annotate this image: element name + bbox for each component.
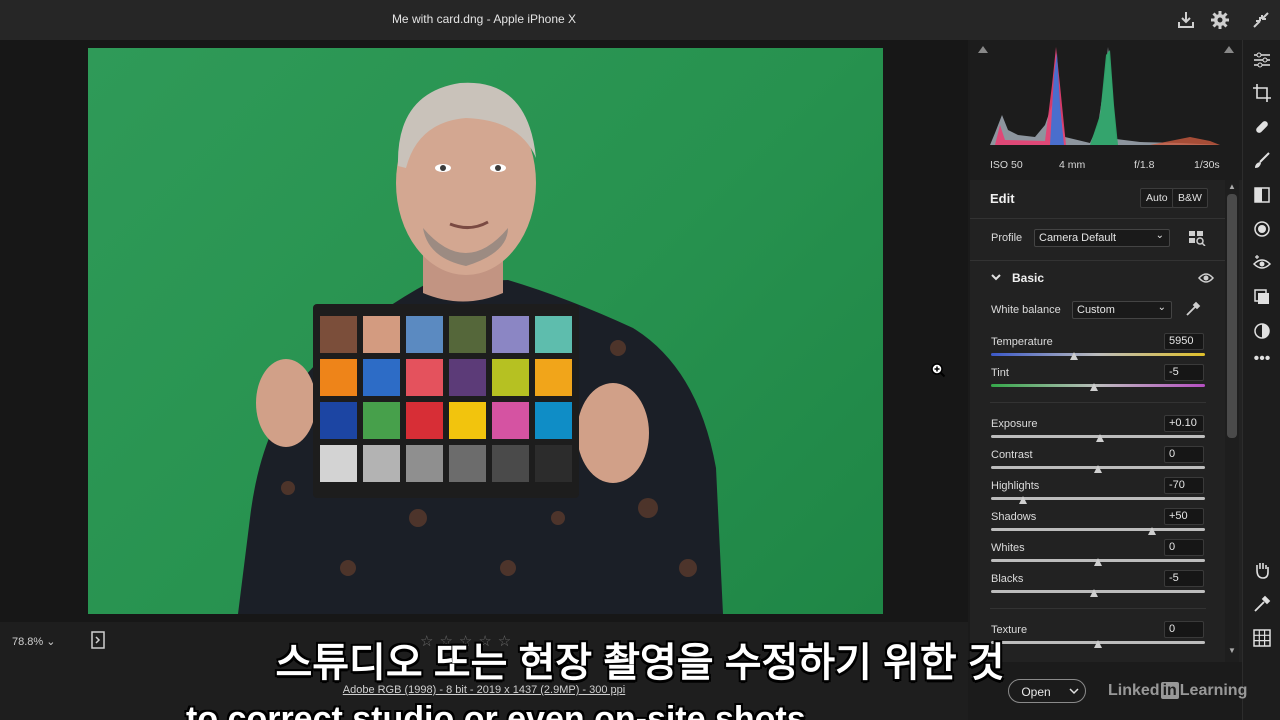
highlights-label: Highlights — [991, 480, 1040, 492]
eye-icon[interactable] — [1198, 272, 1214, 284]
shadows-slider-track[interactable] — [991, 528, 1205, 531]
image-canvas[interactable] — [0, 40, 968, 622]
profile-value: Camera Default — [1039, 232, 1117, 244]
panel-scrollbar[interactable]: ▲ ▼ — [1225, 180, 1239, 662]
edit-title: Edit — [990, 191, 1015, 206]
crop-icon[interactable] — [1252, 83, 1272, 103]
whites-label: Whites — [991, 542, 1025, 554]
highlights-slider-thumb[interactable] — [1019, 496, 1028, 504]
white-balance-dropdown[interactable]: Custom ⌄ — [1072, 301, 1172, 319]
shadows-label: Shadows — [991, 511, 1037, 523]
exposure-slider-thumb[interactable] — [1096, 434, 1105, 442]
exif-info: ISO 50 4 mm f/1.8 1/30s — [970, 159, 1242, 175]
linear-gradient-icon[interactable] — [1252, 185, 1272, 205]
title-bar: Me with card.dng - Apple iPhone X — [0, 0, 1280, 40]
healing-bandage-icon[interactable] — [1252, 117, 1272, 137]
shadows-slider-thumb[interactable] — [1147, 527, 1156, 535]
exposure-value-input[interactable]: +0.10 — [1164, 415, 1204, 432]
blacks-slider-thumb[interactable] — [1089, 589, 1098, 597]
red-eye-icon[interactable] — [1252, 253, 1272, 273]
white-balance-label: White balance — [991, 304, 1061, 316]
histogram-graph — [990, 47, 1220, 145]
chevron-down-icon[interactable] — [1069, 687, 1079, 695]
divider — [990, 608, 1206, 609]
blacks-label: Blacks — [991, 573, 1024, 585]
color-sampler-icon[interactable] — [1252, 594, 1272, 614]
bw-button[interactable]: B&W — [1172, 188, 1208, 208]
blacks-value-input[interactable]: -5 — [1164, 570, 1204, 587]
divider — [970, 260, 1225, 261]
window-title: Me with card.dng - Apple iPhone X — [391, 12, 577, 26]
hand-icon[interactable] — [1252, 560, 1272, 580]
chevron-down-icon: ⌄ — [1155, 230, 1164, 241]
edit-panel: ISO 50 4 mm f/1.8 1/30s Edit Auto B&W Pr… — [970, 40, 1242, 662]
tint-slider-track[interactable] — [991, 384, 1205, 387]
exif-focal-length: 4 mm — [1059, 159, 1086, 171]
download-icon[interactable] — [1175, 9, 1197, 31]
highlight-clipping-warning-icon[interactable] — [1222, 44, 1236, 54]
gear-icon[interactable] — [1209, 9, 1231, 31]
tool-strip: ••• — [1242, 40, 1280, 720]
eyedropper-icon[interactable] — [1184, 300, 1202, 318]
temperature-slider-thumb[interactable] — [1070, 352, 1079, 360]
photo-subject — [238, 82, 723, 614]
scrollbar-thumb[interactable] — [1227, 194, 1237, 438]
shadow-clipping-warning-icon[interactable] — [976, 44, 990, 54]
white-balance-value: Custom — [1077, 304, 1115, 316]
tint-value-input[interactable]: -5 — [1164, 364, 1204, 381]
watermark-linked: Linked — [1108, 682, 1160, 699]
exif-shutter: 1/30s — [1194, 159, 1220, 171]
whites-slider-thumb[interactable] — [1094, 558, 1102, 566]
shadows-value-input[interactable]: +50 — [1164, 508, 1204, 525]
basic-section-title[interactable]: Basic — [1012, 271, 1044, 285]
zoom-in-cursor-icon — [931, 363, 946, 378]
temperature-slider-track[interactable] — [991, 353, 1205, 356]
divider — [990, 402, 1206, 403]
edit-sliders-icon[interactable] — [1252, 50, 1272, 70]
more-options-icon[interactable]: ••• — [1252, 350, 1272, 370]
temperature-label: Temperature — [991, 336, 1053, 348]
temperature-value-input[interactable]: 5950 — [1164, 333, 1204, 350]
chevron-down-icon[interactable] — [990, 272, 1002, 282]
blacks-slider-track[interactable] — [991, 590, 1205, 593]
profile-label: Profile — [991, 232, 1023, 244]
divider — [970, 218, 1225, 219]
histogram: ISO 50 4 mm f/1.8 1/30s — [970, 40, 1242, 180]
watermark-learning: Learning — [1179, 682, 1248, 699]
chevron-down-icon: ⌄ — [1157, 302, 1166, 313]
exposure-label: Exposure — [991, 418, 1038, 430]
subtitle-english: to correct studio or even on-site shots — [186, 700, 806, 720]
radial-filter-icon[interactable] — [1252, 219, 1272, 239]
exif-aperture: f/1.8 — [1134, 159, 1155, 171]
subtitle-korean: 스튜디오 또는 현장 촬영을 수정하기 위한 것 — [275, 641, 1005, 685]
scroll-up-icon[interactable]: ▲ — [1228, 182, 1236, 191]
highlights-value-input[interactable]: -70 — [1164, 477, 1204, 494]
auto-button[interactable]: Auto — [1140, 188, 1174, 208]
camera-raw-window: Me with card.dng - Apple iPhone X 78.8% … — [0, 0, 1280, 720]
profile-browser-icon[interactable] — [1188, 230, 1206, 246]
watermark-in: in — [1160, 682, 1179, 699]
preview-image[interactable] — [88, 48, 883, 614]
linkedin-learning-watermark: Linked in Learning — [1108, 682, 1247, 700]
tint-label: Tint — [991, 367, 1009, 379]
minimize-arrows-icon[interactable] — [1250, 9, 1272, 31]
exif-iso: ISO 50 — [990, 159, 1023, 171]
whites-value-input[interactable]: 0 — [1164, 539, 1204, 556]
contrast-label: Contrast — [991, 449, 1033, 461]
snapshots-icon[interactable] — [1252, 287, 1272, 307]
contrast-value-input[interactable]: 0 — [1164, 446, 1204, 463]
tint-slider-thumb[interactable] — [1089, 383, 1098, 391]
contrast-slider-thumb[interactable] — [1094, 465, 1102, 473]
brush-icon[interactable] — [1252, 151, 1272, 171]
profile-dropdown[interactable]: Camera Default ⌄ — [1034, 229, 1170, 247]
presets-icon[interactable] — [1252, 321, 1272, 341]
